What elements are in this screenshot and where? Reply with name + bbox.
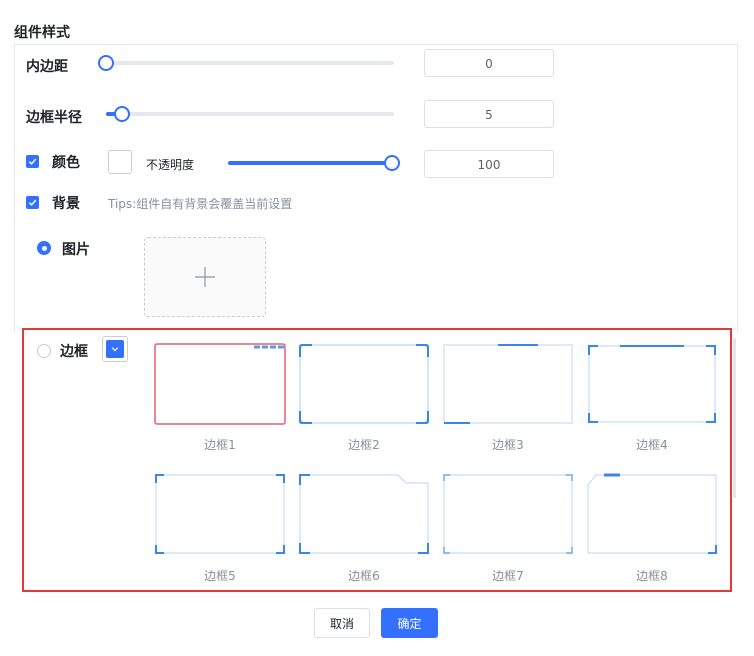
frame-3-graphic [443,344,573,424]
image-radio[interactable] [37,241,51,255]
padding-slider[interactable] [98,55,394,71]
frame-caption-6: 边框6 [348,569,380,583]
frame-6-graphic [299,474,429,554]
ok-button[interactable]: 确定 [381,608,438,638]
section-title: 组件样式 [14,25,70,41]
background-label: 背景 [52,196,80,212]
border-frame-7[interactable] [442,473,574,555]
check-icon [28,158,37,165]
scrollbar[interactable] [733,338,736,498]
border-frame-4[interactable] [586,343,718,425]
frame-caption-7: 边框7 [492,569,524,583]
background-tips: Tips:组件自有背景会覆盖当前设置 [108,197,293,211]
border-frame-2[interactable] [298,343,430,425]
frame-5-graphic [155,474,285,554]
opacity-label: 不透明度 [146,158,195,172]
border-frame-1[interactable] [154,343,286,425]
frame-caption-1: 边框1 [204,438,236,452]
border-frame-8[interactable] [586,473,718,555]
image-upload[interactable] [144,237,266,317]
padding-label: 内边距 [26,59,68,75]
color-checkbox[interactable] [26,155,39,168]
image-label: 图片 [62,242,90,258]
check-icon [28,199,37,206]
opacity-slider[interactable] [228,155,400,171]
frame-7-graphic [443,474,573,554]
border-radius-slider-thumb[interactable] [114,106,130,122]
border-frame-5[interactable] [154,473,286,555]
frame-caption-2: 边框2 [348,438,380,452]
opacity-slider-thumb[interactable] [384,155,400,171]
settings-panel [14,44,738,332]
background-checkbox[interactable] [26,196,39,209]
opacity-input[interactable]: 100 [424,150,554,178]
border-label: 边框 [60,344,88,360]
border-color-picker[interactable] [102,336,128,362]
border-frame-6[interactable] [298,473,430,555]
color-label: 颜色 [52,155,80,171]
frame-8-graphic [587,473,717,554]
frame-4-graphic [588,345,716,423]
cancel-button[interactable]: 取消 [314,608,370,638]
frame-2-graphic [299,344,429,424]
frame-caption-4: 边框4 [636,438,668,452]
frame-caption-8: 边框8 [636,569,668,583]
frame-1-graphic [154,343,286,425]
chevron-down-icon [111,347,119,352]
padding-input[interactable]: 0 [424,49,554,77]
opacity-slider-fill [228,161,394,165]
color-swatch[interactable] [108,150,132,174]
border-radius-slider[interactable] [106,106,394,122]
frame-caption-3: 边框3 [492,438,524,452]
border-radius-input[interactable]: 5 [424,100,554,128]
padding-slider-thumb[interactable] [98,55,114,71]
frame-caption-5: 边框5 [204,569,236,583]
border-radius-label: 边框半径 [26,110,82,126]
plus-icon [195,267,215,287]
border-radio[interactable] [37,344,51,358]
border-frame-3[interactable] [442,343,574,425]
